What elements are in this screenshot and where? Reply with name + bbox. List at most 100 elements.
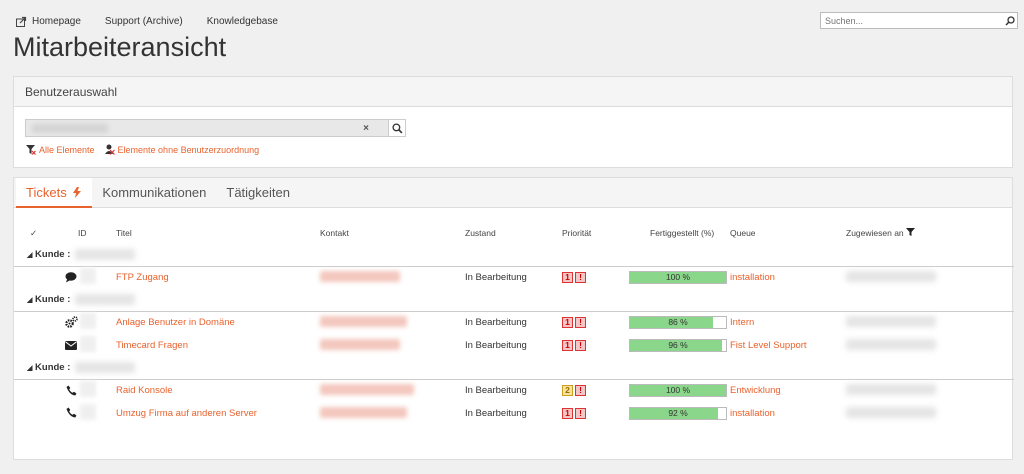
user-select-field[interactable]: × xyxy=(25,119,390,137)
col-title[interactable]: Titel xyxy=(116,222,320,244)
ticket-contact[interactable] xyxy=(320,270,400,282)
col-check[interactable]: ✓ xyxy=(14,222,78,244)
col-state[interactable]: Zustand xyxy=(465,222,562,244)
all-elements-label: Alle Elemente xyxy=(39,144,95,155)
ticket-title-link[interactable]: Timecard Fragen xyxy=(116,340,188,351)
priority-alert-icon: ! xyxy=(575,385,586,397)
ticket-state: In Bearbeitung xyxy=(465,317,527,329)
collapse-triangle-icon[interactable]: ◢ xyxy=(27,252,32,259)
priority-level: 1 xyxy=(562,317,573,329)
ticket-assignee xyxy=(846,270,936,282)
group-row[interactable]: ◢ Kunde : xyxy=(14,244,1014,267)
ticket-contact[interactable] xyxy=(320,406,407,418)
ticket-contact[interactable] xyxy=(320,338,400,350)
col-progress[interactable]: Fertiggestellt (%) xyxy=(626,222,730,244)
col-queue[interactable]: Queue xyxy=(730,222,846,244)
col-assigned[interactable]: Zugewiesen an xyxy=(846,222,1014,244)
progress-label: 86 % xyxy=(668,317,688,328)
priority-level: 2 xyxy=(562,385,573,397)
search-input[interactable] xyxy=(821,13,1003,28)
ticket-queue-link[interactable]: installation xyxy=(730,408,775,419)
ticket-state: In Bearbeitung xyxy=(465,272,527,284)
col-id[interactable]: ID xyxy=(78,222,116,244)
knowledgebase-label: Knowledgebase xyxy=(206,15,278,27)
progress-label: 96 % xyxy=(668,340,688,350)
priority-level: 1 xyxy=(562,408,573,419)
ticket-queue-link[interactable]: installation xyxy=(730,272,775,283)
group-label: Kunde : xyxy=(35,294,71,306)
ticket-contact[interactable] xyxy=(320,315,407,327)
magnifier-icon xyxy=(391,122,402,133)
table-row[interactable]: Umzug Firma auf anderen Server In Bearbe… xyxy=(14,402,1014,425)
ticket-state: In Bearbeitung xyxy=(465,340,527,351)
group-customer-name xyxy=(75,294,136,306)
progress-label: 100 % xyxy=(665,272,691,283)
group-customer-name xyxy=(75,249,136,261)
tab-communications[interactable]: Kommunikationen xyxy=(92,178,216,208)
ticket-queue-link[interactable]: Intern xyxy=(730,317,754,328)
page-title: Mitarbeiteransicht xyxy=(13,32,227,62)
priority-badge: 1 ! xyxy=(562,272,586,284)
col-contact[interactable]: Kontakt xyxy=(320,222,465,244)
priority-alert-icon: ! xyxy=(575,340,586,351)
ticket-assignee xyxy=(846,315,936,327)
group-row[interactable]: ◢ Kunde : xyxy=(14,357,1014,380)
search-icon[interactable] xyxy=(1003,14,1017,28)
tab-tickets[interactable]: Tickets xyxy=(16,178,93,208)
ticket-assignee xyxy=(846,406,936,418)
progress-bar: 92 % xyxy=(629,407,727,420)
ticket-state: In Bearbeitung xyxy=(465,385,527,397)
unassigned-elements-link[interactable]: Elemente ohne Benutzerzuordnung xyxy=(104,144,260,155)
unassigned-elements-label: Elemente ohne Benutzerzuordnung xyxy=(117,144,260,155)
knowledgebase-link[interactable]: Knowledgebase xyxy=(207,16,278,27)
user-panel-title: Benutzerauswahl xyxy=(14,77,1012,107)
table-header: ✓ ID Titel Kontakt Zustand Priorität Fer… xyxy=(14,222,1014,244)
ticket-title-link[interactable]: FTP Zugang xyxy=(116,272,169,283)
ticket-id xyxy=(80,336,96,352)
table-row[interactable]: Timecard Fragen In Bearbeitung 1 ! 96 % … xyxy=(14,334,1014,357)
gears-icon xyxy=(64,315,78,329)
collapse-triangle-icon[interactable]: ◢ xyxy=(27,297,32,304)
ticket-queue-link[interactable]: Fist Level Support xyxy=(730,340,807,351)
ticket-queue-link[interactable]: Entwicklung xyxy=(730,385,781,396)
selected-user-value xyxy=(32,124,108,133)
filter-remove-icon xyxy=(26,144,36,155)
homepage-link[interactable]: Homepage xyxy=(14,14,81,28)
support-label: Support (Archive) xyxy=(104,15,183,27)
tickets-table: ✓ ID Titel Kontakt Zustand Priorität Fer… xyxy=(14,222,1014,425)
group-customer-name xyxy=(75,362,136,374)
table-row[interactable]: Anlage Benutzer in Domäne In Bearbeitung… xyxy=(14,311,1014,334)
envelope-icon xyxy=(64,338,78,352)
ticket-title-link[interactable]: Anlage Benutzer in Domäne xyxy=(116,317,235,328)
priority-level: 1 xyxy=(562,272,573,284)
table-row[interactable]: FTP Zugang In Bearbeitung 1 ! 100 % inst… xyxy=(14,266,1014,289)
refresh-bolt-icon xyxy=(73,187,82,198)
table-row[interactable]: Raid Konsole In Bearbeitung 2 ! 100 % En… xyxy=(14,379,1014,402)
ticket-title-link[interactable]: Umzug Firma auf anderen Server xyxy=(116,408,257,419)
tab-tickets-label: Tickets xyxy=(26,185,67,200)
user-remove-icon xyxy=(104,144,115,155)
tab-bar: Tickets Kommunikationen Tätigkeiten xyxy=(14,178,1012,208)
global-search xyxy=(820,12,1018,29)
comment-icon xyxy=(64,270,78,284)
progress-bar: 100 % xyxy=(629,271,727,285)
ticket-id xyxy=(80,268,96,285)
priority-badge: 1 ! xyxy=(562,317,586,329)
top-nav: Homepage Support (Archive) Knowledgebase xyxy=(14,14,302,28)
support-link[interactable]: Support (Archive) xyxy=(105,16,183,27)
user-search-button[interactable] xyxy=(388,119,406,137)
ticket-title-link[interactable]: Raid Konsole xyxy=(116,385,173,396)
all-elements-link[interactable]: Alle Elemente xyxy=(26,144,95,155)
clear-user-button[interactable]: × xyxy=(363,123,369,134)
ticket-contact[interactable] xyxy=(320,383,414,395)
user-selection-panel: Benutzerauswahl × Alle Elemente Elemente… xyxy=(13,76,1013,168)
phone-icon xyxy=(64,383,78,397)
tab-activities[interactable]: Tätigkeiten xyxy=(216,178,300,208)
ticket-state: In Bearbeitung xyxy=(465,408,527,419)
filter-icon xyxy=(906,228,916,236)
collapse-triangle-icon[interactable]: ◢ xyxy=(27,365,32,372)
col-priority[interactable]: Priorität xyxy=(562,222,626,244)
work-panel: Tickets Kommunikationen Tätigkeiten ✓ ID… xyxy=(13,177,1014,460)
group-row[interactable]: ◢ Kunde : xyxy=(14,289,1014,312)
ticket-assignee xyxy=(846,338,936,350)
